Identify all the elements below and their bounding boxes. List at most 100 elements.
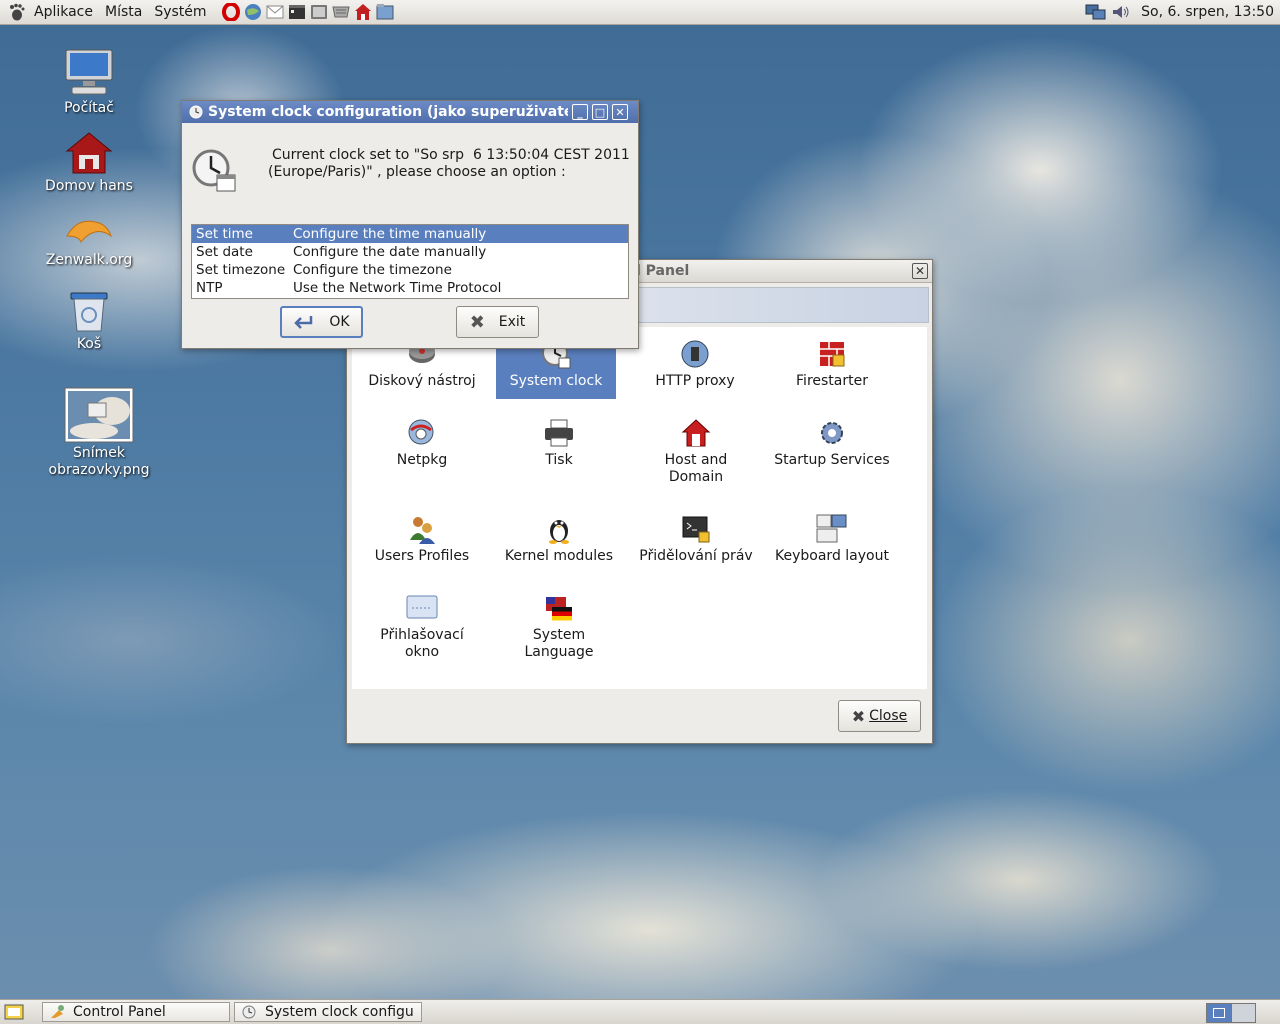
maximize-button[interactable]: □	[592, 104, 608, 120]
desktop-icon-zenwalk[interactable]: Zenwalk.org	[39, 212, 139, 268]
network-icon[interactable]	[1085, 2, 1107, 22]
top-panel: Aplikace Místa Systém So, 6. srpen, 13:5…	[0, 0, 1280, 25]
login-window-icon	[405, 591, 439, 625]
dolphin-icon	[39, 212, 139, 250]
option-desc: Use the Network Time Protocol	[293, 280, 502, 296]
close-button[interactable]: ✖ Close	[838, 700, 921, 732]
item-label: Keyboard layout	[775, 548, 889, 564]
panel-clock[interactable]: So, 6. srpen, 13:50	[1141, 4, 1274, 20]
item-login-window[interactable]: Přihlašovací okno	[362, 591, 482, 661]
clock-big-icon	[191, 148, 237, 198]
item-label: Přidělování práv	[639, 548, 753, 564]
exit-button[interactable]: ✖ Exit	[456, 306, 539, 338]
gear-icon	[815, 416, 849, 450]
workspace-2[interactable]	[1230, 1004, 1255, 1022]
item-label: System Language	[524, 627, 594, 660]
message-line-1: Current clock set to "So srp 6 13:50:04 …	[272, 147, 630, 163]
option-desc: Configure the timezone	[293, 262, 452, 278]
option-ntp[interactable]: NTP Use the Network Time Protocol	[192, 279, 628, 297]
users-icon	[405, 512, 439, 546]
desktop-icon-trash[interactable]: Koš	[39, 290, 139, 352]
close-button-label: Close	[869, 708, 908, 724]
message-line-2: (Europe/Paris)" , please choose an optio…	[268, 164, 566, 180]
firewall-icon	[815, 337, 849, 371]
options-list: Set time Configure the time manually Set…	[191, 224, 629, 299]
option-name: NTP	[196, 280, 223, 296]
item-http-proxy[interactable]: HTTP proxy	[635, 337, 755, 390]
show-desktop-icon[interactable]	[4, 1003, 24, 1021]
clock-task-icon	[241, 1004, 257, 1020]
close-window-button[interactable]: ✕	[912, 263, 928, 279]
media-player-icon[interactable]	[287, 2, 307, 22]
desktop-icon-computer[interactable]: Počítač	[39, 46, 139, 116]
task-label: Control Panel	[73, 1004, 166, 1020]
home-icon[interactable]	[353, 2, 373, 22]
ok-button[interactable]: OK	[280, 306, 363, 338]
item-label: Firestarter	[796, 373, 868, 389]
menu-mista[interactable]: Místa	[99, 0, 148, 24]
desktop-icon-screenshot[interactable]: Snímek obrazovky.png	[34, 387, 164, 479]
desktop-icon-home[interactable]: Domov hans	[39, 130, 139, 194]
item-print[interactable]: Tisk	[499, 416, 619, 469]
terminal-lock-icon	[679, 512, 713, 546]
computer-icon	[39, 46, 139, 98]
mail-icon[interactable]	[265, 2, 285, 22]
item-system-language[interactable]: System Language	[499, 591, 619, 661]
exit-icon: ✖	[469, 311, 485, 333]
close-dialog-button[interactable]: ✕	[612, 104, 628, 120]
item-netpkg[interactable]: Netpkg	[362, 416, 482, 469]
item-startup-services[interactable]: Startup Services	[772, 416, 892, 469]
terminal-icon[interactable]	[309, 2, 329, 22]
item-firestarter[interactable]: Firestarter	[772, 337, 892, 390]
option-desc: Configure the date manually	[293, 244, 487, 260]
option-set-time[interactable]: Set time Configure the time manually	[192, 225, 628, 243]
item-kernel-modules[interactable]: Kernel modules	[499, 512, 619, 565]
task-system-clock[interactable]: System clock configu...	[234, 1002, 422, 1022]
option-set-date[interactable]: Set date Configure the date manually	[192, 243, 628, 261]
workspace-1[interactable]	[1207, 1004, 1231, 1022]
item-keyboard-layout[interactable]: Keyboard layout	[772, 512, 892, 565]
minimize-button[interactable]: _	[572, 104, 588, 120]
clock-small-icon	[188, 104, 204, 120]
option-set-timezone[interactable]: Set timezone Configure the timezone	[192, 261, 628, 279]
web-browser-icon[interactable]	[243, 2, 263, 22]
item-host-domain[interactable]: Host and Domain	[636, 416, 756, 486]
clock-dialog-titlebar[interactable]: System clock configuration (jako superuž…	[182, 101, 638, 123]
close-icon: ✖	[851, 706, 866, 726]
file-manager-icon[interactable]	[375, 2, 395, 22]
clock-dialog-window: System clock configuration (jako superuž…	[181, 100, 639, 349]
enter-icon	[293, 314, 315, 330]
exit-button-label: Exit	[498, 314, 526, 330]
launcher-bar	[221, 2, 395, 22]
proxy-icon	[678, 337, 712, 371]
item-label: Host and Domain	[664, 452, 728, 485]
item-label: Tisk	[545, 452, 573, 468]
desktop-icon-label: Počítač	[64, 100, 114, 116]
item-label: HTTP proxy	[655, 373, 735, 389]
house-icon	[679, 416, 713, 450]
desktop-icon-label: Koš	[76, 336, 102, 352]
keyboard-icon	[815, 512, 849, 546]
control-panel-task-icon	[49, 1004, 65, 1020]
menu-aplikace[interactable]: Aplikace	[28, 0, 99, 24]
gnome-foot-icon[interactable]	[6, 1, 28, 23]
package-manager-icon[interactable]	[331, 2, 351, 22]
main-menu: Aplikace Místa Systém	[0, 0, 213, 24]
window-title: l Panel	[636, 263, 690, 279]
tux-icon	[542, 512, 576, 546]
item-label: Users Profiles	[374, 548, 470, 564]
image-thumbnail-icon	[34, 387, 164, 443]
task-control-panel[interactable]: Control Panel	[42, 1002, 230, 1022]
menu-system[interactable]: Systém	[148, 0, 212, 24]
option-name: Set date	[196, 244, 253, 260]
opera-icon[interactable]	[221, 2, 241, 22]
ok-button-label: OK	[329, 314, 350, 330]
item-label: Netpkg	[396, 452, 448, 468]
workspace-switcher[interactable]	[1206, 1003, 1256, 1023]
item-permissions[interactable]: Přidělování práv	[636, 512, 756, 565]
desktop-icon-label: Snímek obrazovky.png	[48, 445, 150, 478]
volume-icon[interactable]	[1111, 3, 1131, 21]
task-label: System clock configu...	[265, 1004, 415, 1020]
option-name: Set time	[196, 226, 253, 242]
item-users-profiles[interactable]: Users Profiles	[362, 512, 482, 565]
